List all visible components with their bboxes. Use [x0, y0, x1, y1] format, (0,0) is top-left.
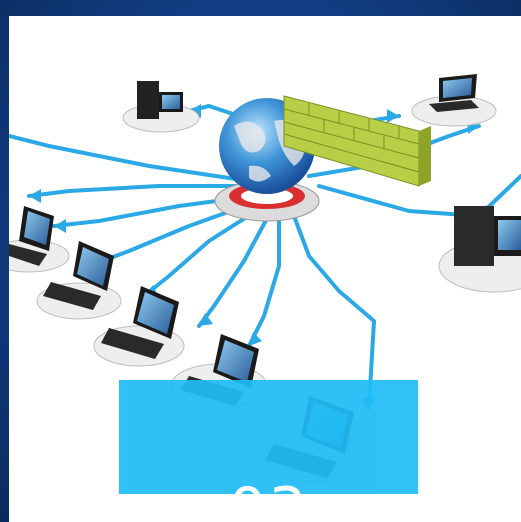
desktop-computer-icon: [438, 206, 521, 293]
slide-frame: 03: [0, 0, 521, 522]
laptop-icon: [9, 206, 70, 273]
number-tile: 03: [119, 380, 418, 494]
desktop-computer-icon: [122, 81, 200, 133]
tile-number: 03: [119, 480, 418, 494]
laptop-icon: [411, 74, 497, 127]
